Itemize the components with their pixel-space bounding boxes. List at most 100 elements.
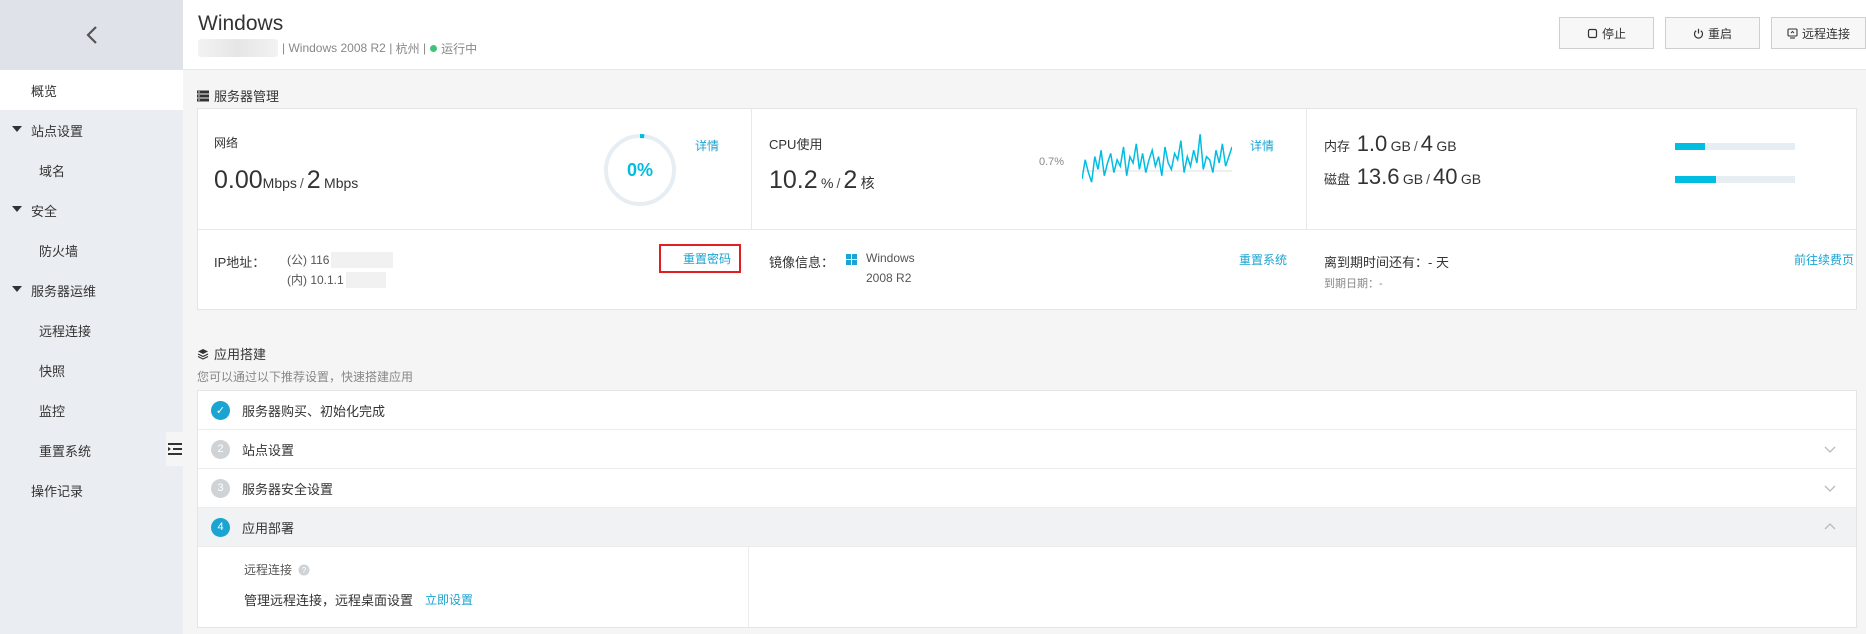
sidebar-item-label: 远程连接 — [39, 323, 92, 339]
disk-bar — [1675, 176, 1795, 183]
step-number: 2 — [211, 439, 230, 459]
sidebar-item-1[interactable]: 站点设置 — [0, 110, 183, 150]
stop-button[interactable]: 停止 — [1559, 17, 1654, 49]
network-gauge: 0% — [604, 134, 676, 206]
setup-step-3[interactable]: 3 服务器安全设置 — [198, 469, 1856, 508]
reset-system-link[interactable]: 重置系统 — [1239, 251, 1287, 268]
setup-step-2[interactable]: 2 站点设置 — [198, 430, 1856, 469]
sidebar-item-7[interactable]: 快照 — [0, 350, 183, 390]
disk-bar-fill — [1675, 176, 1716, 183]
expiry-date: 到期日期：- — [1324, 278, 1383, 290]
expiry-remaining: 离到期时间还有：- 天 — [1324, 255, 1449, 270]
network-label: 网络 — [214, 136, 239, 150]
sidebar-item-label: 安全 — [31, 203, 58, 219]
collapse-menu-icon — [168, 443, 182, 455]
windows-logo-icon — [846, 254, 857, 265]
sidebar-item-label: 防火墙 — [39, 243, 79, 259]
gauge-text: 0% — [627, 160, 653, 180]
os-name: Windows 2008 R2 — [288, 41, 386, 55]
sidebar-item-10[interactable]: 操作记录 — [0, 470, 183, 510]
restart-button[interactable]: 重启 — [1665, 17, 1760, 49]
sidebar-item-label: 域名 — [39, 163, 66, 179]
instance-meta: | Windows 2008 R2 | 杭州 | 运行中 — [198, 39, 477, 57]
setup-steps: ✓ 服务器购买、初始化完成 2 站点设置 3 服务器安全设置 4 应用部署 远程连接 ? 管理… — [197, 390, 1857, 628]
remote-connect-desc: 管理远程连接，远程桌面设置 — [244, 593, 414, 608]
help-icon[interactable]: ? — [298, 564, 310, 576]
region: 杭州 — [395, 41, 420, 56]
sidebar-item-8[interactable]: 监控 — [0, 390, 183, 430]
cpu-detail-link[interactable]: 详情 — [1250, 137, 1274, 154]
sidebar-item-label: 操作记录 — [31, 483, 84, 499]
server-icon — [197, 90, 209, 101]
server-mgmt-title: 服务器管理 — [197, 86, 279, 105]
step-number: 3 — [211, 478, 230, 498]
server-overview-panel: 网络 0.00 Mbps / 2 Mbps 0% 详情 CPU使用 10.2 %… — [197, 108, 1857, 310]
sidebar-item-label: 快照 — [39, 363, 66, 379]
step-label: 站点设置 — [242, 442, 295, 458]
remote-connect-row: 管理远程连接，远程桌面设置 立即设置 — [244, 590, 473, 609]
remote-connect-button[interactable]: 远程连接 — [1771, 17, 1866, 49]
redacted-ip — [331, 251, 394, 268]
step-label: 应用部署 — [242, 520, 295, 536]
sidebar-item-label: 站点设置 — [31, 123, 84, 139]
caret-down-icon — [12, 286, 22, 292]
layers-icon — [197, 348, 209, 360]
sidebar-item-label: 服务器运维 — [31, 283, 97, 299]
network-throughput: 0.00 Mbps / 2 Mbps — [214, 166, 359, 194]
redacted-instance-id — [198, 39, 278, 57]
disk-usage: 磁盘 13.6 GB / 40 GB — [1324, 164, 1482, 189]
stop-icon — [1587, 28, 1598, 38]
chevron-left-icon — [85, 26, 97, 44]
check-icon: ✓ — [211, 400, 230, 420]
sidebar-collapse-toggle[interactable] — [166, 432, 184, 466]
reset-password-link[interactable]: 重置密码 — [659, 244, 742, 273]
sidebar-item-5[interactable]: 服务器运维 — [0, 270, 183, 310]
status-text: 运行中 — [441, 41, 478, 56]
redacted-ip — [345, 271, 386, 288]
sidebar-item-3[interactable]: 安全 — [0, 190, 183, 230]
step-label: 服务器安全设置 — [242, 481, 334, 497]
sidebar-nav: 概览站点设置域名安全防火墙服务器运维远程连接快照监控重置系统操作记录 — [0, 70, 183, 510]
cpu-label: CPU使用 — [769, 137, 823, 152]
header-actions: 停止 重启 远程连接 — [1559, 17, 1866, 49]
status-dot-icon — [430, 44, 438, 52]
ip-label: IP地址： — [214, 255, 266, 270]
page-title: Windows — [198, 12, 284, 35]
image-version: 2008 R2 — [866, 271, 912, 285]
network-detail-link[interactable]: 详情 — [695, 137, 719, 154]
memory-bar-fill — [1675, 143, 1705, 150]
public-ip: (公) 116 — [287, 251, 394, 268]
app-build-subtitle: 您可以通过以下推荐设置，快速搭建应用 — [197, 370, 414, 384]
sidebar: 概览站点设置域名安全防火墙服务器运维远程连接快照监控重置系统操作记录 — [0, 0, 184, 634]
setup-step-1[interactable]: ✓ 服务器购买、初始化完成 — [198, 391, 1856, 430]
sidebar-item-4[interactable]: 防火墙 — [0, 230, 183, 270]
step-number: 4 — [211, 517, 230, 537]
remote-desktop-icon — [1787, 27, 1798, 39]
step-label: 服务器购买、初始化完成 — [242, 403, 386, 419]
sidebar-item-label: 重置系统 — [39, 443, 92, 459]
setup-step-4[interactable]: 4 应用部署 — [198, 508, 1856, 547]
configure-now-link[interactable]: 立即设置 — [425, 591, 473, 608]
app-build-title: 应用搭建 — [197, 344, 266, 363]
sidebar-item-0[interactable]: 概览 — [0, 70, 183, 110]
cpu-spark-max: 0.7% — [1039, 156, 1065, 168]
sidebar-item-2[interactable]: 域名 — [0, 150, 183, 190]
renew-link[interactable]: 前往续费页 — [1794, 251, 1854, 268]
image-label: 镜像信息： — [769, 255, 835, 270]
cpu-usage: 10.2 % / 2 核 — [769, 166, 875, 194]
memory-usage: 内存 1.0 GB / 4 GB — [1324, 131, 1457, 156]
chevron-down-icon — [1824, 446, 1836, 453]
sidebar-item-9[interactable]: 重置系统 — [0, 430, 183, 470]
page-header: Windows | Windows 2008 R2 | 杭州 | 运行中 停止 … — [183, 0, 1866, 70]
cpu-sparkline — [1082, 134, 1232, 183]
back-button[interactable] — [0, 0, 183, 70]
caret-down-icon — [12, 206, 22, 212]
power-icon — [1693, 28, 1704, 39]
chevron-down-icon — [1824, 485, 1836, 492]
private-ip: (内) 10.1.1 — [287, 271, 386, 288]
sidebar-item-6[interactable]: 远程连接 — [0, 310, 183, 350]
memory-bar — [1675, 143, 1795, 150]
main-content: Windows | Windows 2008 R2 | 杭州 | 运行中 停止 … — [183, 0, 1866, 634]
sidebar-item-label: 监控 — [39, 403, 66, 419]
deploy-step-body: 远程连接 ? 管理远程连接，远程桌面设置 立即设置 — [198, 547, 1856, 627]
